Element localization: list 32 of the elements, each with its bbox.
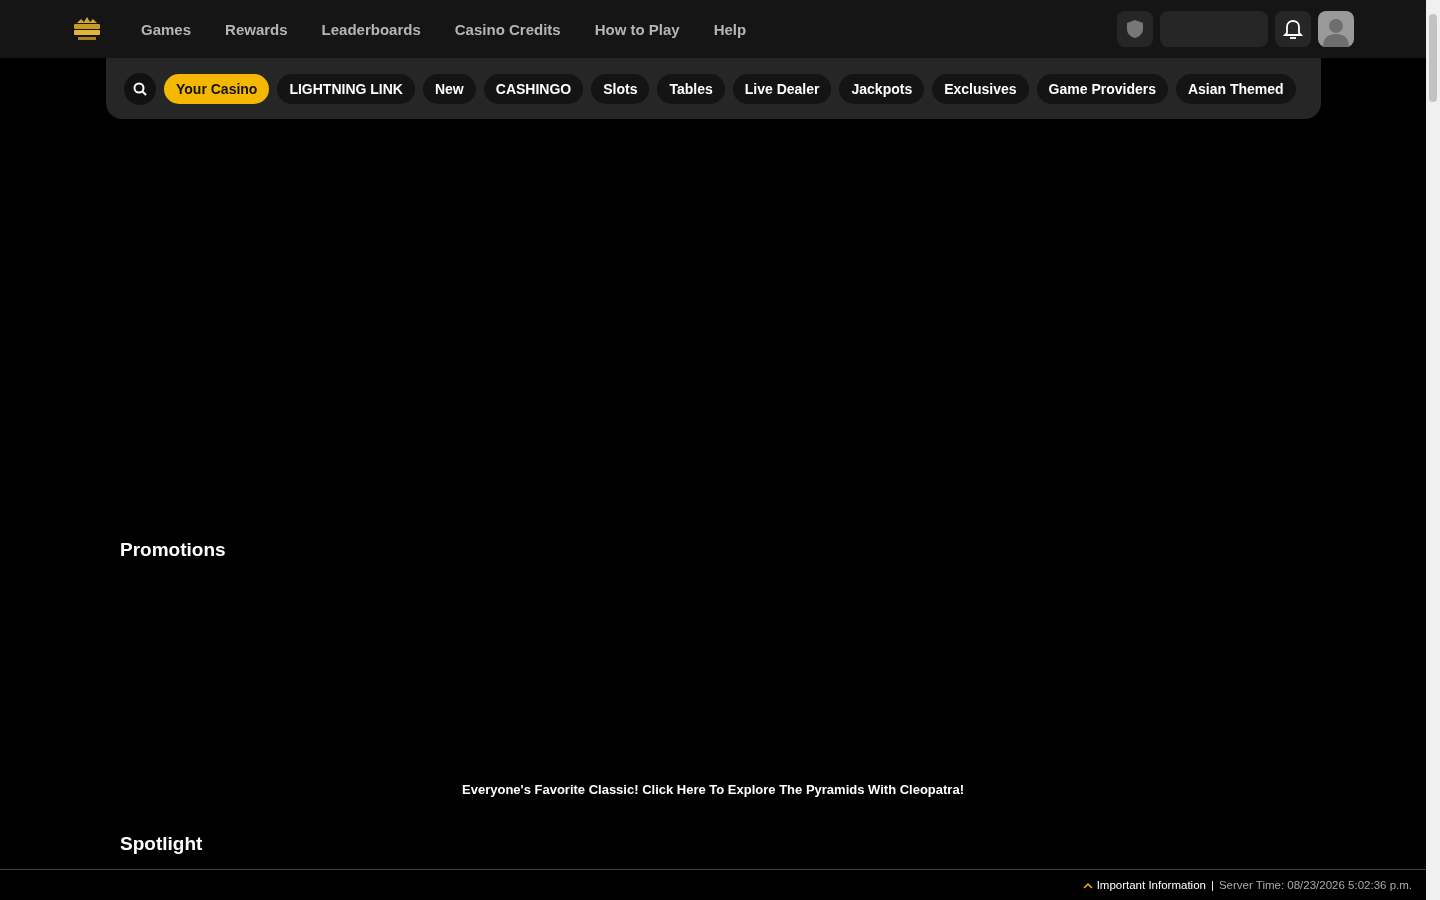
category-tab[interactable]: Exclusives <box>932 73 1029 104</box>
section-title: Promotions <box>120 539 227 561</box>
category-tab[interactable]: Live Dealer <box>732 73 832 104</box>
nav-link[interactable]: Casino Credits <box>437 20 578 38</box>
important-info-link[interactable]: Important Information <box>1082 879 1206 891</box>
category-tab[interactable]: New <box>422 73 476 104</box>
search-button[interactable] <box>124 72 156 105</box>
shield-button[interactable] <box>1117 11 1153 47</box>
category-tab[interactable]: Game Providers <box>1036 73 1168 104</box>
nav-link[interactable]: Leaderboards <box>304 20 438 38</box>
category-tab[interactable]: Your Casino <box>164 73 270 104</box>
promo-caption[interactable]: Everyone's Favorite Classic! Click Here To Explore The Pyramids With Cleopatra! <box>462 782 964 797</box>
search-icon <box>133 81 147 96</box>
shield-icon <box>1126 19 1144 39</box>
nav-link[interactable]: Help <box>696 20 764 38</box>
separator: | <box>1210 879 1214 891</box>
avatar-button[interactable] <box>1318 11 1354 47</box>
nav-link[interactable]: Rewards <box>208 20 305 38</box>
category-tab[interactable]: CASHINGO <box>483 73 584 104</box>
category-tab[interactable]: Asian Themed <box>1175 73 1296 104</box>
nav-link[interactable]: How to Play <box>577 20 697 38</box>
category-tab[interactable]: Slots <box>591 73 650 104</box>
scrollbar[interactable] <box>1426 0 1440 900</box>
category-tab[interactable]: LIGHTNING LINK <box>277 73 415 104</box>
category-tab[interactable]: Jackpots <box>839 73 925 104</box>
category-tab[interactable]: Tables <box>657 73 725 104</box>
notifications-button[interactable] <box>1275 11 1311 47</box>
bell-icon <box>1283 18 1303 40</box>
caret-up-icon <box>1082 881 1093 889</box>
section-title: Spotlight <box>120 833 204 855</box>
nav-link[interactable]: Games <box>124 20 209 38</box>
server-time: Server Time: 08/23/2026 5:02:36 p.m. <box>1218 879 1412 891</box>
